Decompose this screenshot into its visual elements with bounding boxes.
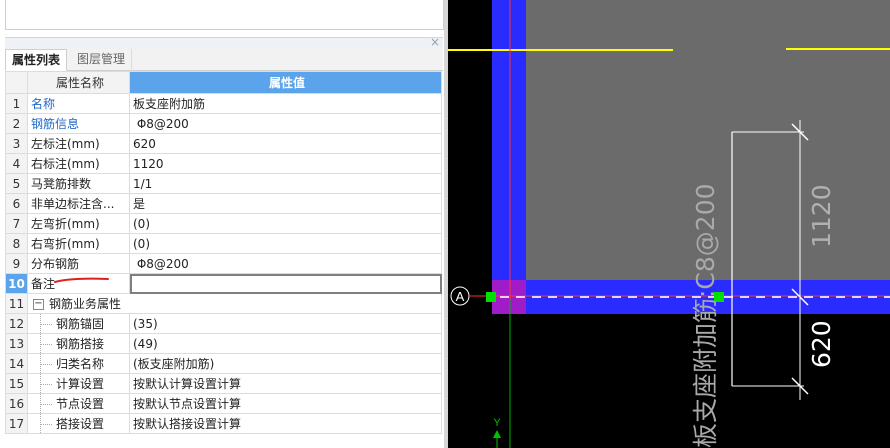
property-value[interactable]: Φ8@200 <box>129 113 442 134</box>
property-value[interactable]: (0) <box>129 233 442 254</box>
row-number: 13 <box>5 333 28 354</box>
table-row[interactable]: 13 钢筋搭接 (49) <box>5 333 442 354</box>
dim-text-1120: 1120 <box>807 184 836 248</box>
property-name: 分布钢筋 <box>27 253 130 274</box>
row-number: 2 <box>5 113 28 134</box>
property-name: 钢筋信息 <box>27 113 130 134</box>
row-number: 3 <box>5 133 28 154</box>
y-arrow-icon <box>493 430 501 438</box>
table-row[interactable]: 16 节点设置 按默认节点设置计算 <box>5 393 442 414</box>
row-number: 7 <box>5 213 28 234</box>
property-name-header: 属性名称 <box>27 71 130 94</box>
tab-property-list[interactable]: 属性列表 <box>5 49 68 71</box>
table-row[interactable]: 15 计算设置 按默认计算设置计算 <box>5 373 442 394</box>
row-number: 8 <box>5 233 28 254</box>
property-value[interactable]: 按默认计算设置计算 <box>129 373 442 394</box>
row-number: 5 <box>5 173 28 194</box>
row-number: 1 <box>5 93 28 114</box>
table-header-row: 属性名称 属性值 <box>5 71 442 94</box>
property-name: 节点设置 <box>27 393 130 414</box>
remark-input[interactable] <box>129 273 442 294</box>
property-value[interactable]: 1120 <box>129 153 442 174</box>
table-row[interactable]: 9 分布钢筋 Φ8@200 <box>5 253 442 274</box>
table-row[interactable]: 12 钢筋锚固 (35) <box>5 313 442 334</box>
table-row[interactable]: 6 非单边标注含... 是 <box>5 193 442 214</box>
tab-strip: 属性列表 图层管理 <box>5 49 443 71</box>
axis-label-y: Y <box>493 417 501 429</box>
property-value[interactable]: 按默认搭接设置计算 <box>129 413 442 434</box>
property-value[interactable]: 620 <box>129 133 442 154</box>
property-value-header: 属性值 <box>129 71 442 94</box>
table-row[interactable]: 17 搭接设置 按默认搭接设置计算 <box>5 413 442 434</box>
row-number: 15 <box>5 373 28 394</box>
property-name: 搭接设置 <box>27 413 130 434</box>
property-table: 属性名称 属性值 1 名称 板支座附加筋 2 钢筋信息 Φ8@200 3 左标注… <box>5 71 442 434</box>
property-value[interactable]: 1/1 <box>129 173 442 194</box>
top-blank-area <box>5 0 444 30</box>
property-name: 名称 <box>27 93 130 114</box>
property-value[interactable]: (49) <box>129 333 442 354</box>
axis-label-a: A <box>456 289 465 304</box>
row-number: 14 <box>5 353 28 374</box>
table-row[interactable]: 2 钢筋信息 Φ8@200 <box>5 113 442 134</box>
close-icon[interactable]: × <box>430 35 440 49</box>
cad-drawing[interactable]: A Y 板支座附加筋:C8@200 1120 620 <box>448 0 890 448</box>
property-name: 归类名称 <box>27 353 130 374</box>
property-name: 钢筋搭接 <box>27 333 130 354</box>
property-value[interactable]: (35) <box>129 313 442 334</box>
table-row[interactable]: 8 右弯折(mm) (0) <box>5 233 442 254</box>
property-name: 左标注(mm) <box>27 133 130 154</box>
row-number-header <box>5 71 28 94</box>
row-number: 4 <box>5 153 28 174</box>
property-value[interactable]: Φ8@200 <box>129 253 442 274</box>
property-value[interactable]: 按默认节点设置计算 <box>129 393 442 414</box>
table-row[interactable]: 3 左标注(mm) 620 <box>5 133 442 154</box>
property-name: 钢筋锚固 <box>27 313 130 334</box>
property-value[interactable]: 是 <box>129 193 442 214</box>
property-name: 右弯折(mm) <box>27 233 130 254</box>
property-name: 计算设置 <box>27 373 130 394</box>
group-header[interactable]: − 钢筋业务属性 <box>27 293 442 314</box>
table-row[interactable]: 4 右标注(mm) 1120 <box>5 153 442 174</box>
row-number: 6 <box>5 193 28 214</box>
table-row[interactable]: 7 左弯折(mm) (0) <box>5 213 442 234</box>
dim-text-620: 620 <box>807 320 836 368</box>
row-number: 12 <box>5 313 28 334</box>
row-number: 9 <box>5 253 28 274</box>
rebar-label: 板支座附加筋:C8@200 <box>691 183 720 448</box>
property-value[interactable]: (0) <box>129 213 442 234</box>
table-row[interactable]: 14 归类名称 (板支座附加筋) <box>5 353 442 374</box>
group-label: 钢筋业务属性 <box>49 297 122 311</box>
property-name: 左弯折(mm) <box>27 213 130 234</box>
property-value[interactable]: 板支座附加筋 <box>129 93 442 114</box>
grip-left[interactable] <box>486 292 496 302</box>
table-row-group[interactable]: 11 − 钢筋业务属性 <box>5 293 442 314</box>
property-value[interactable]: (板支座附加筋) <box>129 353 442 374</box>
row-number: 10 <box>5 273 28 294</box>
collapse-icon[interactable]: − <box>33 299 44 310</box>
property-name: 非单边标注含... <box>27 193 130 214</box>
row-number: 16 <box>5 393 28 414</box>
property-name: 右标注(mm) <box>27 153 130 174</box>
table-row[interactable]: 1 名称 板支座附加筋 <box>5 93 442 114</box>
tab-layer-management[interactable]: 图层管理 <box>71 49 133 71</box>
drawing-canvas[interactable]: A Y 板支座附加筋:C8@200 1120 620 <box>448 0 890 448</box>
row-number: 11 <box>5 293 28 314</box>
red-underline-annotation <box>54 277 109 283</box>
beam-vertical[interactable] <box>492 0 526 314</box>
property-panel: × 属性列表 图层管理 属性名称 属性值 1 名称 板支座附加筋 2 钢筋信息 … <box>0 0 448 448</box>
table-row[interactable]: 5 马凳筋排数 1/1 <box>5 173 442 194</box>
row-number: 17 <box>5 413 28 434</box>
property-name: 马凳筋排数 <box>27 173 130 194</box>
